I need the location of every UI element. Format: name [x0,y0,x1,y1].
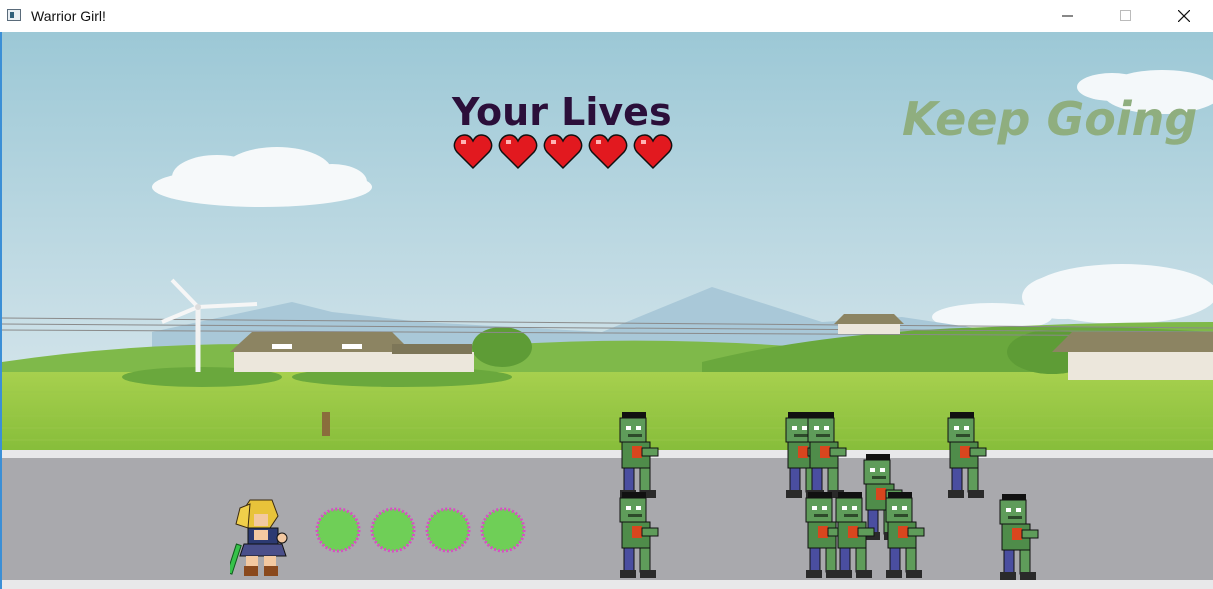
window-title: Warrior Girl! [31,8,106,24]
zombie-sprite [940,412,996,504]
warrior-girl-sprite [230,499,288,576]
heart-icon [588,132,628,172]
zombie-sprite [992,494,1048,586]
energy-orb [315,507,361,553]
heart-icon [453,132,493,172]
energy-orb [480,507,526,553]
maximize-icon [1120,10,1131,21]
close-icon [1178,10,1190,22]
minimize-button[interactable] [1039,0,1097,32]
lives-label: Your Lives [452,90,672,134]
maximize-button[interactable] [1097,0,1155,32]
heart-icon [633,132,673,172]
zombie-sprite [828,492,884,584]
energy-orb [425,507,471,553]
status-message: Keep Going [902,92,1198,146]
zombie-sprite [612,492,668,584]
minimize-icon [1062,15,1073,17]
farmhouse-middle [834,314,904,334]
title-bar: Warrior Girl! [0,0,1213,32]
app-icon [7,9,21,21]
zombie-sprite [612,412,668,504]
zombie-sprite [878,492,934,584]
lives-hearts [453,132,673,172]
farmhouse-right [1052,332,1213,380]
energy-orb [370,507,416,553]
heart-icon [543,132,583,172]
close-button[interactable] [1155,0,1213,32]
zombie-sprite [800,412,856,504]
game-canvas[interactable]: Your Lives Keep Going [2,32,1213,589]
heart-icon [498,132,538,172]
